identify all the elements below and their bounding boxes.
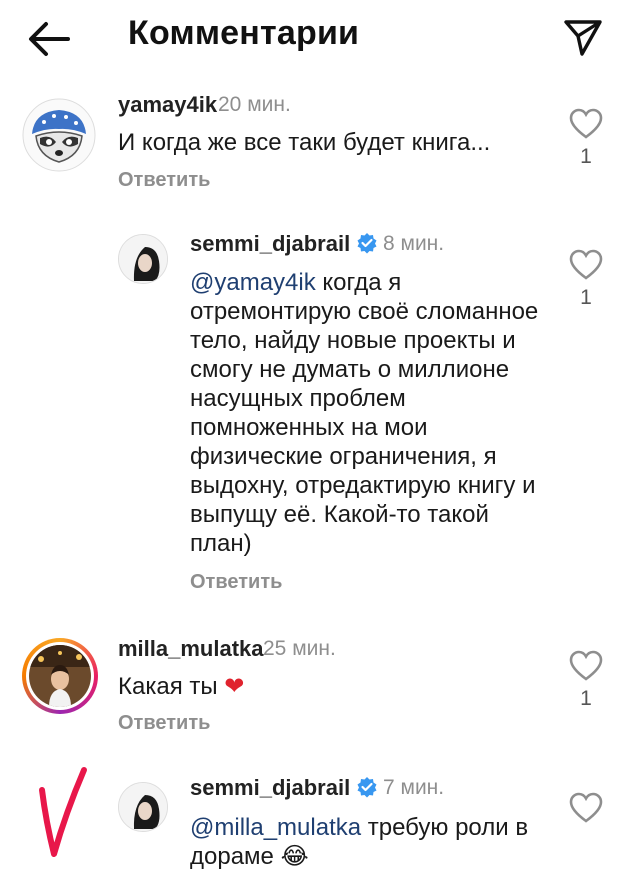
comment-body: Какая ты [118, 673, 218, 700]
comment: milla_mulatka 25 мин. Какая ты ❤ Ответит… [0, 622, 640, 742]
comment-text: @yamay4ik когда я отремонтирую своё слом… [190, 268, 550, 558]
comment-body: когда я отремонтирую своё сломанное тело… [190, 269, 539, 557]
mention-link[interactable]: @milla_mulatka [190, 814, 361, 841]
avatar[interactable] [22, 638, 98, 714]
avatar[interactable] [118, 234, 168, 284]
comment-text: Какая ты ❤ [118, 672, 548, 701]
comment-text: И когда же все таки будет книга... [118, 129, 491, 156]
top-bar: Комментарии [0, 0, 640, 80]
portrait-avatar-icon [119, 783, 167, 831]
like-count: 1 [580, 286, 592, 309]
like-button[interactable] [569, 249, 603, 281]
username-text: semmi_djabrail [190, 775, 351, 800]
reply-comment: semmi_djabrail 7 мин. @milla_mulatka тре… [0, 762, 640, 882]
heart-outline-icon [569, 249, 603, 280]
page-title: Комментарии [128, 14, 360, 52]
timestamp: 20 мин. [218, 93, 291, 116]
reply-button[interactable]: Ответить [118, 169, 210, 192]
timestamp: 7 мин. [383, 776, 445, 799]
avatar[interactable] [22, 98, 96, 172]
arrow-left-icon [29, 22, 70, 56]
username[interactable]: semmi_djabrail [190, 775, 378, 801]
paper-plane-icon [564, 20, 602, 56]
reply-button[interactable]: Ответить [190, 571, 282, 594]
like-count: 1 [580, 145, 592, 168]
reply-button[interactable]: Ответить [118, 712, 210, 735]
person-photo-avatar-icon [29, 645, 91, 707]
reply-comment: semmi_djabrail 8 мин. @yamay4ik когда я … [0, 220, 640, 600]
heart-outline-icon [569, 650, 603, 681]
username[interactable]: milla_mulatka [118, 636, 264, 662]
timestamp: 8 мин. [383, 232, 445, 255]
like-count: 1 [580, 687, 592, 710]
mention-link[interactable]: @yamay4ik [190, 269, 316, 296]
like-button[interactable] [569, 650, 603, 682]
avatar[interactable] [118, 782, 168, 832]
timestamp: 25 мин. [263, 637, 336, 660]
send-button[interactable] [560, 14, 606, 60]
username[interactable]: yamay4ik [118, 92, 217, 118]
username[interactable]: semmi_djabrail [190, 231, 378, 257]
verified-badge-icon [357, 233, 377, 254]
heart-outline-icon [569, 792, 603, 823]
comment: yamay4ik 20 мин. И когда же все таки буд… [0, 80, 640, 200]
portrait-avatar-icon [119, 235, 167, 283]
heart-outline-icon [569, 108, 603, 139]
like-button[interactable] [569, 792, 603, 824]
heart-emoji: ❤ [224, 672, 245, 700]
username-text: semmi_djabrail [190, 231, 351, 256]
comment-text: @milla_mulatka требую роли в дораме 😂 [190, 813, 550, 871]
raccoon-avatar-icon [22, 98, 96, 172]
laughing-emoji: 😂 [280, 842, 309, 870]
back-button[interactable] [24, 16, 74, 62]
like-button[interactable] [569, 108, 603, 140]
verified-badge-icon [357, 777, 377, 798]
